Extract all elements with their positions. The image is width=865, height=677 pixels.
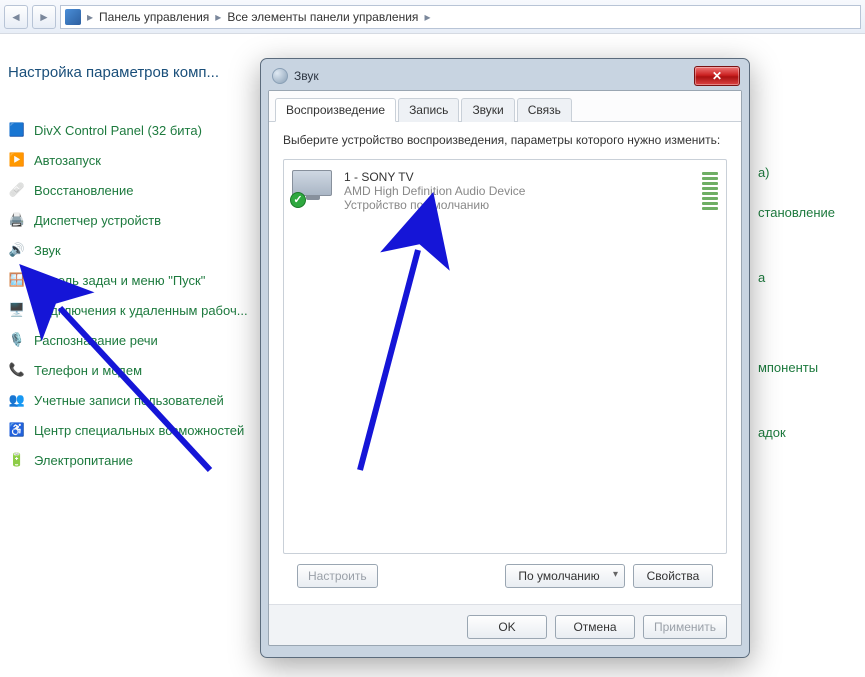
cp-item-icon: 🎙️ (8, 331, 26, 349)
cp-item-icon: 🪟 (8, 271, 26, 289)
device-list[interactable]: ✓ 1 - SONY TV AMD High Definition Audio … (283, 159, 727, 554)
nav-back-button[interactable]: ◄ (4, 5, 28, 29)
chevron-right-icon: ▸ (215, 10, 221, 24)
cp-item-label: Восстановление (34, 183, 133, 198)
cp-item-icon: 🔋 (8, 451, 26, 469)
tab-strip: Воспроизведение Запись Звуки Связь (269, 91, 741, 122)
cp-item-label: Учетные записи пользователей (34, 393, 224, 408)
configure-button[interactable]: Настроить (297, 564, 378, 588)
cp-item-label: Электропитание (34, 453, 133, 468)
playback-hint: Выберите устройство воспроизведения, пар… (283, 132, 727, 149)
cp-item-icon: 🖨️ (8, 211, 26, 229)
control-panel-icon (65, 9, 81, 25)
level-meter-icon (702, 172, 718, 212)
default-check-icon: ✓ (290, 192, 306, 208)
cp-item-label: Диспетчер устройств (34, 213, 161, 228)
dialog-title: Звук (294, 69, 319, 83)
tab-sounds[interactable]: Звуки (461, 98, 514, 122)
cp-item-icon: 📞 (8, 361, 26, 379)
close-icon: ✕ (712, 69, 722, 83)
cp-item-label: Распознавание речи (34, 333, 158, 348)
close-button[interactable]: ✕ (694, 66, 740, 86)
sound-dialog: Звук ✕ Воспроизведение Запись Звуки Связ… (260, 58, 750, 658)
breadcrumb-item[interactable]: Все элементы панели управления (227, 10, 418, 24)
apply-button[interactable]: Применить (643, 615, 727, 639)
tab-recording[interactable]: Запись (398, 98, 459, 122)
ok-button[interactable]: OK (467, 615, 547, 639)
sound-icon (272, 68, 288, 84)
device-name: 1 - SONY TV (344, 170, 692, 184)
device-item[interactable]: ✓ 1 - SONY TV AMD High Definition Audio … (290, 166, 720, 216)
cp-item-icon: 🔊 (8, 241, 26, 259)
chevron-right-icon: ▸ (424, 10, 430, 24)
cancel-button[interactable]: Отмена (555, 615, 635, 639)
cp-item-icon: 🖥️ (8, 301, 26, 319)
cp-item-icon: 👥 (8, 391, 26, 409)
properties-button[interactable]: Свойства (633, 564, 713, 588)
cp-item-icon: ▶️ (8, 151, 26, 169)
set-default-button[interactable]: По умолчанию (505, 564, 625, 588)
cp-item-label: Центр специальных возможностей (34, 423, 244, 438)
breadcrumb[interactable]: ▸ Панель управления ▸ Все элементы панел… (60, 5, 861, 29)
cp-item-icon: 🟦 (8, 121, 26, 139)
dialog-titlebar[interactable]: Звук ✕ (268, 66, 742, 90)
cp-item-label: DivX Control Panel (32 бита) (34, 123, 202, 138)
device-driver: AMD High Definition Audio Device (344, 184, 692, 198)
cp-item-label: Панель задач и меню "Пуск" (34, 273, 205, 288)
cp-item-label: Телефон и модем (34, 363, 142, 378)
tab-comm[interactable]: Связь (517, 98, 572, 122)
tab-playback[interactable]: Воспроизведение (275, 98, 396, 122)
device-status: Устройство по умолчанию (344, 198, 692, 212)
cp-item-icon: ♿ (8, 421, 26, 439)
chevron-right-icon: ▸ (87, 10, 93, 24)
nav-forward-button[interactable]: ► (32, 5, 56, 29)
cp-item-icon: 🩹 (8, 181, 26, 199)
right-column-partial: а) становление а мпоненты адок (758, 165, 835, 440)
breadcrumb-item[interactable]: Панель управления (99, 10, 209, 24)
cp-item-label: Звук (34, 243, 61, 258)
cp-item-label: Автозапуск (34, 153, 101, 168)
address-bar: ◄ ► ▸ Панель управления ▸ Все элементы п… (0, 0, 865, 34)
cp-item-label: Подключения к удаленным рабоч... (34, 303, 248, 318)
device-thumbnail: ✓ (292, 170, 334, 204)
